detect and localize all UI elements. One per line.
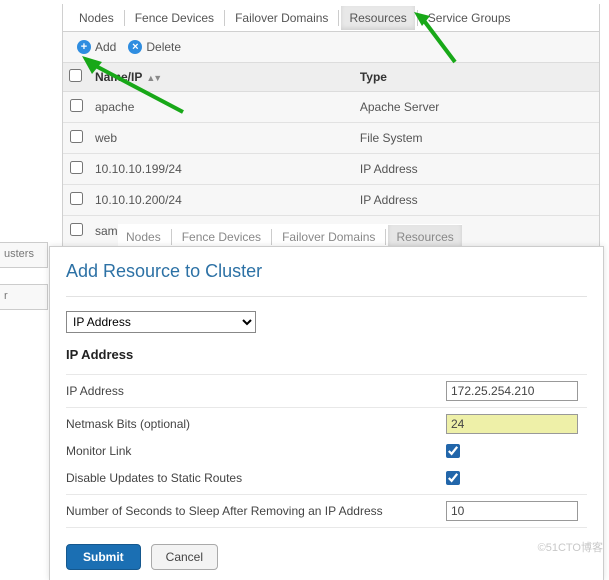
tab-nodes[interactable]: Nodes xyxy=(71,6,122,30)
monitor-link-checkbox[interactable] xyxy=(446,444,460,458)
sleep-seconds-field[interactable] xyxy=(446,501,578,521)
add-label: Add xyxy=(95,40,116,54)
toolbar: + Add × Delete xyxy=(63,32,599,62)
resources-panel: Nodes Fence Devices Failover Domains Res… xyxy=(62,4,600,247)
tab-bar: Nodes Fence Devices Failover Domains Res… xyxy=(63,4,599,32)
sleep-seconds-label: Number of Seconds to Sleep After Removin… xyxy=(66,504,446,518)
add-resource-dialog: Add Resource to Cluster IP Address IP Ad… xyxy=(49,246,604,580)
tab-resources[interactable]: Resources xyxy=(341,6,414,30)
col-name[interactable]: Name/IP▲▼ xyxy=(89,63,354,92)
tab-service-groups[interactable]: Service Groups xyxy=(420,6,519,30)
row-type: File System xyxy=(354,123,599,154)
resources-table: Name/IP▲▼ Type apacheApache ServerwebFil… xyxy=(63,62,599,246)
row-type: IP Address xyxy=(354,154,599,185)
row-name: apache xyxy=(89,92,354,123)
sidebar-stub-0: usters xyxy=(0,242,48,268)
ip-address-field[interactable] xyxy=(446,381,578,401)
ip-address-label: IP Address xyxy=(66,384,446,398)
select-all-checkbox[interactable] xyxy=(69,69,82,82)
row-checkbox[interactable] xyxy=(70,161,83,174)
close-icon: × xyxy=(128,40,142,54)
netmask-field[interactable] xyxy=(446,414,578,434)
table-row[interactable]: apacheApache Server xyxy=(63,92,599,123)
cancel-button[interactable]: Cancel xyxy=(151,544,218,570)
section-title: IP Address xyxy=(66,347,587,362)
resource-type-select[interactable]: IP Address xyxy=(66,311,256,333)
tab-failover-domains[interactable]: Failover Domains xyxy=(227,6,336,30)
row-checkbox[interactable] xyxy=(70,223,83,236)
row-checkbox[interactable] xyxy=(70,99,83,112)
netmask-label: Netmask Bits (optional) xyxy=(66,417,446,431)
table-row[interactable]: 10.10.10.199/24IP Address xyxy=(63,154,599,185)
row-type: IP Address xyxy=(354,185,599,216)
row-name: 10.10.10.199/24 xyxy=(89,154,354,185)
delete-button[interactable]: × Delete xyxy=(122,38,187,56)
tab-fence-devices[interactable]: Fence Devices xyxy=(127,6,222,30)
disable-routes-label: Disable Updates to Static Routes xyxy=(66,471,446,485)
submit-button[interactable]: Submit xyxy=(66,544,141,570)
sidebar-stub-1: r xyxy=(0,284,48,310)
sidebar-fragments: usters r xyxy=(0,242,48,326)
col-type[interactable]: Type xyxy=(354,63,599,92)
add-button[interactable]: + Add xyxy=(71,38,122,56)
row-type: Apache Server xyxy=(354,92,599,123)
table-row[interactable]: 10.10.10.200/24IP Address xyxy=(63,185,599,216)
table-row[interactable]: webFile System xyxy=(63,123,599,154)
disable-routes-checkbox[interactable] xyxy=(446,471,460,485)
row-name: 10.10.10.200/24 xyxy=(89,185,354,216)
row-name: web xyxy=(89,123,354,154)
delete-label: Delete xyxy=(146,40,181,54)
plus-icon: + xyxy=(77,40,91,54)
monitor-link-label: Monitor Link xyxy=(66,444,446,458)
dialog-title: Add Resource to Cluster xyxy=(66,261,587,282)
row-checkbox[interactable] xyxy=(70,192,83,205)
row-checkbox[interactable] xyxy=(70,130,83,143)
